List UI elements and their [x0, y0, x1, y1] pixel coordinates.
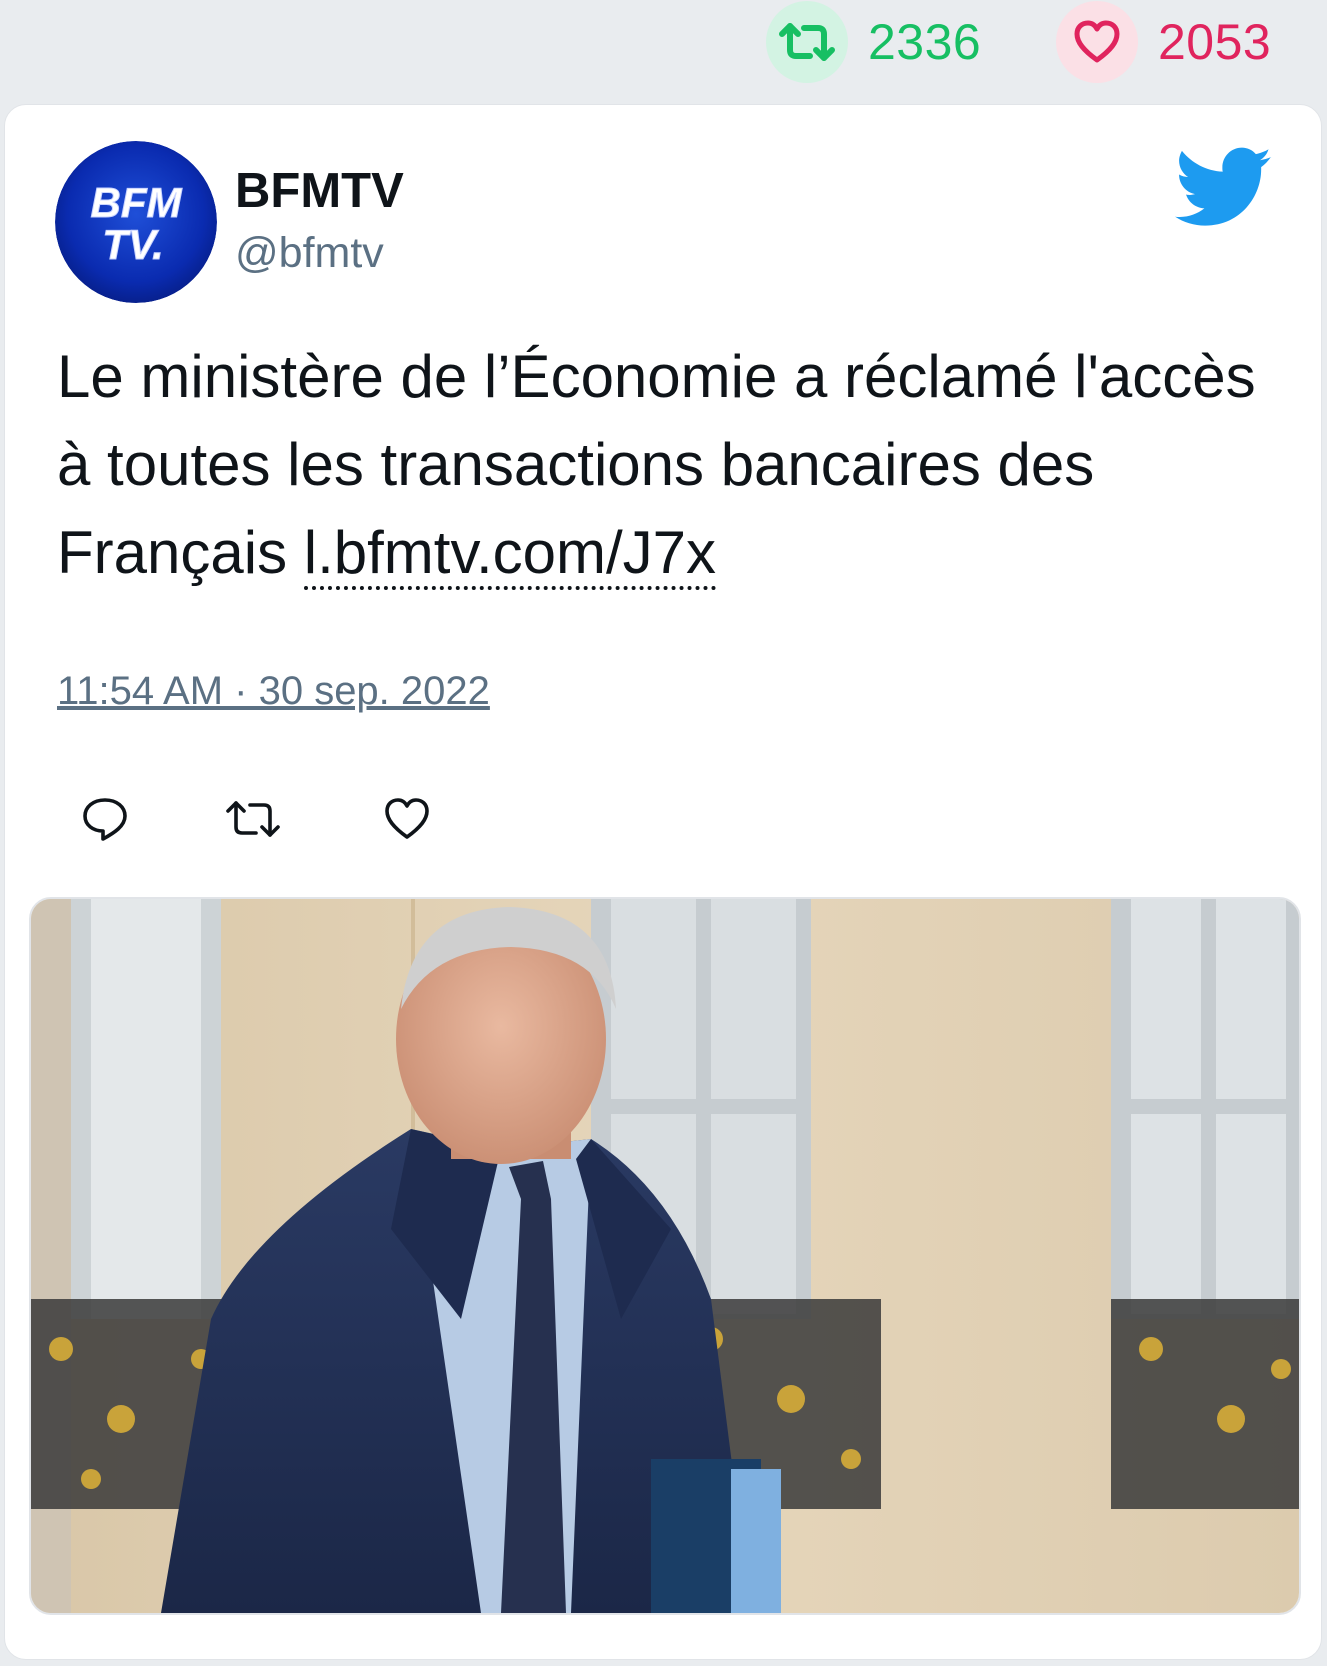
tweet-timestamp[interactable]: 11:54 AM · 30 sep. 2022 [57, 669, 490, 714]
photo-man-in-suit-illustration [31, 899, 1299, 1613]
retweet-icon [779, 23, 835, 61]
retweet-icon-circle [766, 1, 848, 83]
like-count: 2053 [1158, 14, 1272, 70]
reply-icon [83, 798, 127, 841]
like-count-stat[interactable]: 2053 [1056, 1, 1272, 83]
like-icon [385, 798, 429, 839]
author-handle[interactable]: @bfmtv [235, 229, 384, 278]
retweet-button[interactable] [223, 789, 283, 849]
tweet-media-photo[interactable] [29, 897, 1301, 1615]
bfmtv-logo: BFM TV. [55, 141, 217, 303]
heart-icon [1074, 20, 1120, 63]
retweet-icon [226, 801, 280, 837]
avatar[interactable]: BFM TV. [55, 141, 217, 303]
heart-icon-circle [1056, 1, 1138, 83]
reply-button[interactable] [75, 789, 135, 849]
tweet-link[interactable]: l.bfmtv.com/J7x [303, 519, 717, 590]
tweet-actions [75, 789, 475, 849]
svg-text:TV.: TV. [102, 221, 163, 268]
author-display-name[interactable]: BFMTV [235, 163, 404, 219]
svg-text:BFM: BFM [91, 179, 183, 226]
tweet-stats-bar: 2336 2053 [0, 0, 1327, 100]
retweet-count-stat[interactable]: 2336 [766, 1, 982, 83]
tweet-text: Le ministère de l’Économie a réclamé l'a… [57, 333, 1277, 597]
tweet-card: BFM TV. BFMTV @bfmtv Le ministère de l’É… [4, 104, 1322, 1660]
like-button[interactable] [377, 789, 437, 849]
retweet-count: 2336 [868, 14, 982, 70]
twitter-bird-icon[interactable] [1175, 147, 1273, 229]
